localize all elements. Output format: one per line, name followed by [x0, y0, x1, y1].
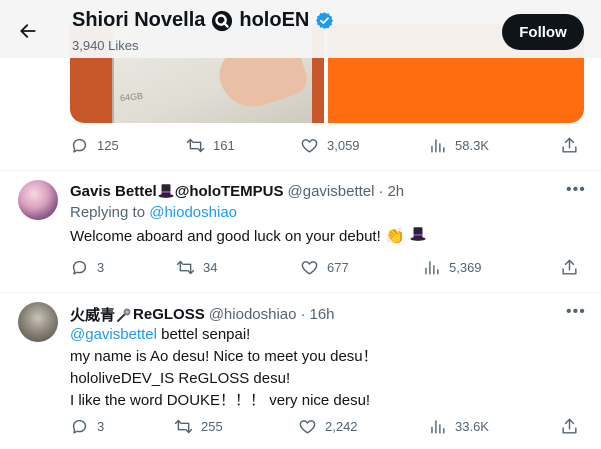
tweet-text-rest: bettel senpai! [156, 326, 251, 343]
tweet-time[interactable]: 16h [310, 306, 335, 323]
more-icon[interactable]: ••• [566, 181, 586, 199]
views-button[interactable]: 33.6K [428, 417, 489, 436]
verified-badge-icon [316, 12, 334, 29]
tweet-author-line: Gavis Bettel @holoTEMPUS @gavisbettel · … [70, 182, 404, 200]
reply-count: 125 [97, 138, 119, 153]
repost-button[interactable]: 161 [186, 136, 235, 155]
like-icon [301, 261, 318, 275]
repost-icon [176, 260, 195, 275]
share-button[interactable] [560, 417, 579, 436]
follow-button[interactable]: Follow [502, 14, 584, 50]
share-icon [562, 259, 577, 275]
share-button[interactable] [560, 136, 579, 155]
avatar[interactable] [18, 180, 58, 220]
like-icon [301, 139, 318, 153]
author-name[interactable]: 火威青 [70, 304, 115, 325]
repost-count: 161 [213, 138, 235, 153]
repost-button[interactable]: 255 [174, 417, 223, 436]
views-icon [431, 139, 445, 153]
views-count: 33.6K [455, 419, 489, 434]
repost-count: 255 [201, 419, 223, 434]
reply-count: 3 [97, 419, 105, 434]
holo-q-icon [212, 10, 233, 31]
repost-icon [186, 138, 205, 153]
like-count: 2,242 [325, 419, 358, 434]
separator-dot: · [300, 306, 306, 323]
microphone-icon [117, 308, 131, 322]
replying-to-label: Replying to [70, 204, 146, 221]
like-button[interactable]: 3,059 [300, 136, 360, 155]
clapping-hands-icon: 👏 [384, 228, 405, 245]
avatar[interactable] [18, 302, 58, 342]
like-count: 3,059 [327, 138, 360, 153]
share-icon [562, 137, 577, 153]
share-icon [562, 418, 577, 434]
repost-count: 34 [203, 260, 218, 275]
tweet-text-line: I like the word DOUKE！！！ very nice desu! [70, 392, 371, 409]
reply-button[interactable]: 125 [70, 136, 119, 155]
reply-button[interactable]: 3 [70, 258, 104, 277]
repost-icon [174, 419, 193, 434]
views-count: 58.3K [455, 138, 489, 153]
replying-to-handle[interactable]: @hiodoshiao [149, 204, 237, 221]
views-icon [425, 261, 439, 275]
author-handle[interactable]: @gavisbettel [288, 183, 375, 200]
tweet-time[interactable]: 2h [387, 183, 404, 200]
share-button[interactable] [560, 258, 579, 277]
reply-icon [72, 419, 87, 434]
reply-count: 3 [97, 260, 105, 275]
tweet-text-line: hololiveDEV_IS ReGLOSS desu! [70, 370, 291, 387]
more-icon[interactable]: ••• [566, 303, 586, 321]
reply-icon [72, 260, 87, 275]
tweet-text: Welcome aboard and good luck on your deb… [70, 225, 427, 247]
like-count: 677 [327, 260, 349, 275]
back-button[interactable] [14, 17, 42, 45]
replying-to-line: Replying to @hiodoshiao [70, 203, 237, 223]
tweet-text-line: @gavisbettel bettel senpai! [70, 325, 250, 345]
tweet-text-line: my name is Ao desu! Nice to meet you des… [70, 348, 378, 365]
author-name-suffix[interactable]: @holoTEMPUS [175, 183, 284, 200]
reply-actions: 3 34 677 5,369 [70, 258, 584, 278]
author-name[interactable]: Gavis Bettel [70, 183, 157, 200]
profile-header: Shiori Novella holoEN 3,940 Likes Follow [0, 0, 601, 58]
back-arrow-icon [20, 24, 36, 38]
separator-dot: · [378, 182, 384, 200]
mention-link[interactable]: @gavisbettel [70, 326, 157, 343]
views-icon [431, 420, 445, 434]
profile-affiliation: holoEN [239, 9, 310, 31]
reply-tweet[interactable]: 火威青 ReGLOSS @hiodoshiao · 16h ••• @gavis… [0, 293, 601, 449]
tweet-author-line: 火威青 ReGLOSS @hiodoshiao · 16h [70, 304, 335, 325]
like-icon [299, 420, 316, 434]
main-tweet-actions: 125 161 3,059 58.3K [70, 136, 584, 156]
reply-icon [72, 138, 87, 153]
profile-name-text: Shiori Novella [72, 9, 206, 31]
repost-button[interactable]: 34 [176, 258, 217, 277]
author-name-suffix[interactable]: ReGLOSS [133, 306, 205, 323]
author-handle[interactable]: @hiodoshiao [209, 306, 297, 323]
profile-name: Shiori Novella holoEN [72, 9, 334, 32]
reply-actions: 3 255 2,242 33.6K [70, 417, 584, 437]
tweet-body: Welcome aboard and good luck on your deb… [70, 228, 381, 245]
views-count: 5,369 [449, 260, 482, 275]
like-button[interactable]: 677 [300, 258, 349, 277]
views-button[interactable]: 5,369 [422, 258, 482, 277]
like-button[interactable]: 2,242 [298, 417, 358, 436]
reply-button[interactable]: 3 [70, 417, 104, 436]
top-hat-icon [410, 227, 426, 241]
profile-likes-count: 3,940 Likes [72, 38, 139, 53]
reply-tweet[interactable]: Gavis Bettel @holoTEMPUS @gavisbettel · … [0, 171, 601, 293]
views-button[interactable]: 58.3K [428, 136, 489, 155]
top-hat-icon [158, 184, 174, 198]
